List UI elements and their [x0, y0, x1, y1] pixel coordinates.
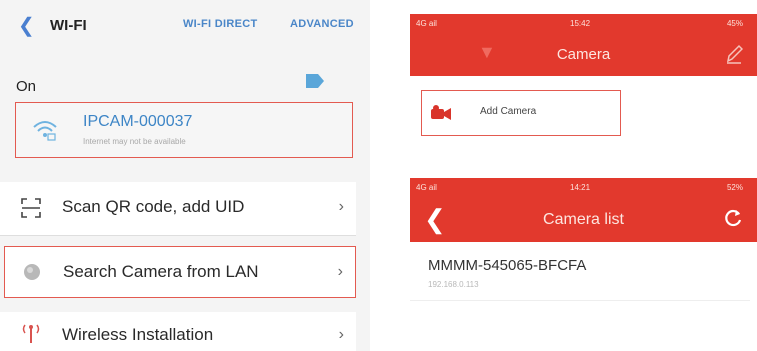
time-text: 14:21 [570, 183, 591, 192]
menu-item-wireless-installation[interactable]: Wireless Installation › [0, 312, 356, 351]
menu-label: Scan QR code, add UID [62, 197, 245, 216]
wifi-screen: ❮ WI-FI WI-FI DIRECT ADVANCED On IPCAM-0… [0, 0, 370, 351]
battery-text: 52% [726, 183, 743, 192]
lan-search-icon [24, 264, 40, 280]
camera-ip: 192.168.0.113 [428, 280, 479, 289]
edit-icon[interactable] [725, 44, 743, 64]
camera-header: 4G ail 15:42 45% ▼ Camera [410, 14, 757, 76]
camera-name[interactable]: MMMM-545065-BFCFA [428, 257, 586, 274]
page-title: WI-FI [50, 17, 87, 34]
wifi-toggle-icon[interactable] [304, 70, 326, 92]
menu-item-scan-qr[interactable]: Scan QR code, add UID › [0, 182, 356, 236]
back-icon[interactable]: ❮ [18, 13, 35, 38]
menu-label: Wireless Installation [62, 325, 214, 344]
add-camera-label: Add Camera [480, 106, 537, 117]
chevron-right-icon: › [337, 263, 343, 280]
status-bar: 4G ail 14:21 52% [410, 178, 757, 198]
menu-label: Search Camera from LAN [63, 262, 259, 281]
menu-item-search-lan[interactable]: Search Camera from LAN › [4, 246, 356, 298]
divider [410, 300, 750, 301]
add-camera-button[interactable]: Add Camera [421, 90, 621, 136]
camera-add-icon [431, 105, 451, 120]
chevron-right-icon: › [338, 198, 344, 215]
qr-scan-icon [21, 198, 41, 218]
wifi-status-label: On [16, 78, 37, 95]
status-bar: 4G ail 15:42 45% [410, 14, 757, 34]
antenna-icon [22, 324, 40, 343]
advanced-link[interactable]: ADVANCED [290, 18, 354, 30]
page-title: Camera [556, 46, 611, 63]
camera-list-header: 4G ail 14:21 52% ❮ Camera list [410, 178, 757, 242]
network-name: IPCAM-000037 [83, 113, 193, 130]
wifi-header: ❮ WI-FI WI-FI DIRECT ADVANCED [0, 0, 370, 56]
page-title: Camera list [543, 211, 624, 228]
network-subtitle: Internet may not be available [83, 137, 186, 146]
battery-text: 45% [726, 19, 743, 28]
time-text: 15:42 [570, 19, 591, 28]
chevron-right-icon: › [338, 326, 344, 343]
wifi-lock-icon [33, 121, 57, 141]
signal-text: 4G ail [416, 183, 437, 192]
refresh-icon[interactable] [723, 208, 743, 228]
wifi-direct-link[interactable]: WI-FI DIRECT [183, 18, 257, 30]
network-item[interactable]: IPCAM-000037 Internet may not be availab… [15, 102, 353, 158]
signal-text: 4G ail [416, 19, 437, 28]
